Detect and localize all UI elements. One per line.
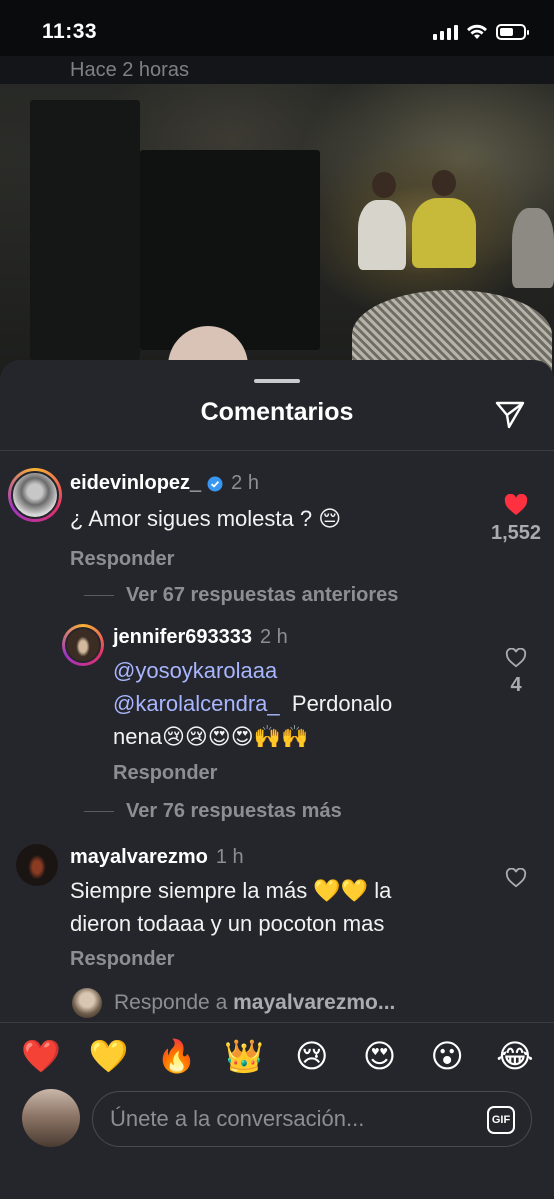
- self-avatar: [22, 1089, 80, 1147]
- sheet-title: Comentarios: [200, 398, 354, 426]
- mention-link[interactable]: @karolalcendra_: [113, 691, 280, 716]
- status-bar: 11:33: [0, 0, 554, 64]
- reply-button[interactable]: Responder: [70, 548, 174, 571]
- photo-person-head: [372, 172, 396, 198]
- comment-username[interactable]: jennifer693333: [113, 626, 252, 649]
- heart-outline-icon: [505, 868, 527, 888]
- composer-area: ❤️ 💛 🔥 👑 😢 😍 😮 😂 Únete a la conversación…: [0, 1022, 554, 1199]
- comment-meta: jennifer693333 2 h: [113, 626, 288, 649]
- photo-shelf: [140, 150, 320, 350]
- comment-input[interactable]: Únete a la conversación... GIF: [92, 1091, 532, 1147]
- emoji-crown-button[interactable]: 👑: [221, 1035, 267, 1077]
- emoji-crying-button[interactable]: 😢: [289, 1035, 335, 1077]
- view-replies-button[interactable]: Ver 76 respuestas más: [84, 800, 342, 823]
- view-replies-label: Ver 76 respuestas más: [126, 800, 342, 822]
- avatar[interactable]: [62, 624, 104, 666]
- reply-prompt-target: mayalvarezmo...: [233, 991, 396, 1014]
- like-button[interactable]: 4: [496, 648, 536, 697]
- comment-text-part: dieron todaaa y un pocoton mas: [70, 911, 385, 936]
- comment-input-placeholder: Únete a la conversación...: [110, 1106, 365, 1131]
- like-count: 4: [510, 674, 522, 696]
- avatar[interactable]: [16, 844, 58, 886]
- photo-person-head: [432, 170, 456, 196]
- emoji-heart-eyes-button[interactable]: 😍: [357, 1035, 403, 1077]
- status-icons: [433, 24, 529, 40]
- reply-to-indicator[interactable]: Responde a mayalvarezmo...: [72, 988, 395, 1018]
- replies-line: [84, 595, 114, 596]
- comment-text-part: Perdonalo: [291, 691, 393, 716]
- reply-button[interactable]: Responder: [70, 948, 174, 971]
- post-time: Hace 2 horas: [0, 56, 554, 84]
- emoji-fire-button[interactable]: 🔥: [153, 1035, 199, 1077]
- comment-meta: eidevinlopez_ 2 h: [70, 472, 259, 495]
- wifi-icon: [467, 24, 487, 39]
- comment-text: ¿ Amor sigues molesta ? 😔: [70, 506, 342, 531]
- like-count: 1,552: [490, 522, 542, 544]
- battery-icon: [496, 24, 529, 40]
- comment-text-part: Siempre siempre la más 💛💛 la: [70, 878, 392, 903]
- heart-filled-icon: [504, 494, 528, 515]
- comment-text-part: nena😢😢😍😍🙌🙌: [113, 724, 309, 749]
- photo-person: [512, 208, 554, 288]
- verified-badge-icon: [207, 476, 223, 491]
- status-time: 11:33: [42, 20, 98, 43]
- view-replies-button[interactable]: Ver 67 respuestas anteriores: [84, 584, 398, 607]
- self-avatar-small: [72, 988, 102, 1018]
- comment-meta: mayalvarezmo 1 h: [70, 846, 244, 869]
- sheet-divider: [0, 450, 554, 451]
- comment-text: Siempre siempre la más 💛💛 la dieron toda…: [70, 874, 391, 940]
- sheet-drag-handle[interactable]: [254, 379, 300, 383]
- reply-button[interactable]: Responder: [113, 762, 217, 785]
- post-time-text: Hace 2 horas: [70, 58, 189, 81]
- comment-time: 2 h: [231, 472, 259, 494]
- mention-link[interactable]: @yosoykarolaaa: [113, 658, 277, 683]
- cellular-signal-icon: [433, 24, 458, 40]
- comment-username[interactable]: mayalvarezmo: [70, 846, 208, 869]
- comment-time: 2 h: [259, 626, 288, 648]
- photo-shelf: [30, 100, 140, 360]
- comment-time: 1 h: [215, 846, 244, 868]
- emoji-yellow-heart-button[interactable]: 💛: [86, 1035, 132, 1077]
- comment-username[interactable]: eidevinlopez_: [70, 472, 201, 495]
- photo-person: [358, 200, 406, 270]
- replies-line: [84, 811, 114, 812]
- gif-button[interactable]: GIF: [487, 1106, 515, 1134]
- share-send-icon[interactable]: [494, 398, 526, 430]
- quick-emoji-bar: ❤️ 💛 🔥 👑 😢 😍 😮 😂: [18, 1035, 538, 1077]
- reply-prompt-prefix: Responde a: [114, 991, 228, 1014]
- like-button[interactable]: 1,552: [486, 494, 546, 545]
- comment-text: @yosoykarolaaa @karolalcendra_ Perdonalo…: [113, 654, 392, 753]
- like-button[interactable]: [496, 868, 536, 888]
- view-replies-label: Ver 67 respuestas anteriores: [126, 584, 399, 606]
- emoji-laughing-button[interactable]: 😂: [492, 1035, 538, 1077]
- heart-outline-icon: [505, 648, 527, 668]
- avatar[interactable]: [8, 468, 62, 522]
- photo-person: [412, 198, 476, 268]
- emoji-red-heart-button[interactable]: ❤️: [18, 1035, 64, 1077]
- emoji-surprised-button[interactable]: 😮: [424, 1035, 470, 1077]
